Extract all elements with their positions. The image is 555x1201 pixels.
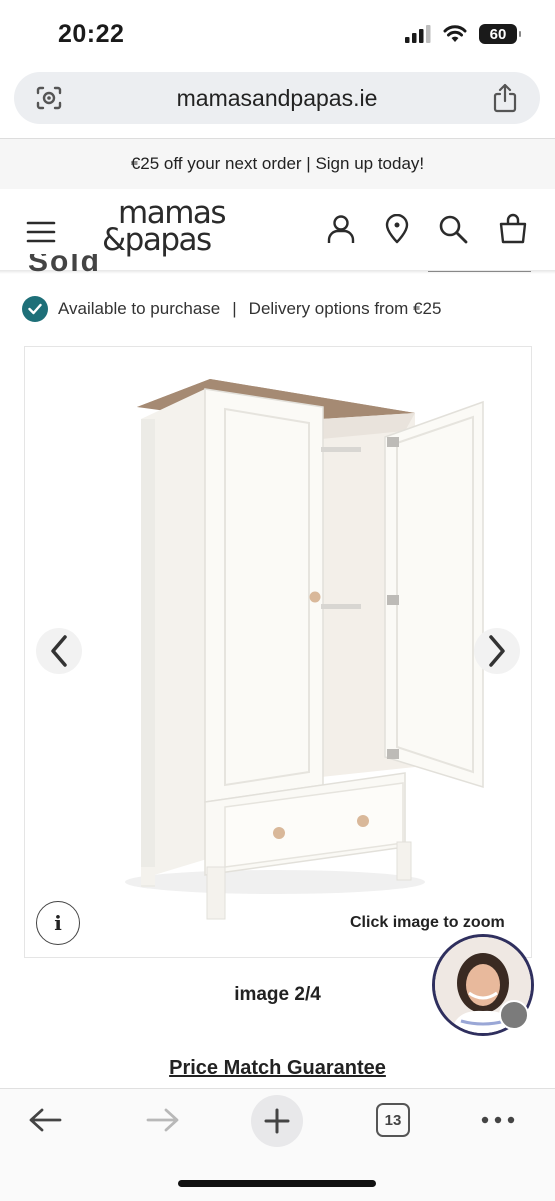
availability-text: Available to purchase — [58, 299, 221, 318]
new-tab-button[interactable] — [250, 1094, 304, 1148]
product-image-gallery[interactable] — [24, 346, 532, 958]
search-icon — [439, 215, 468, 244]
status-icons: 60 — [405, 24, 521, 44]
menu-button[interactable] — [26, 220, 56, 249]
availability-separator: | — [232, 299, 237, 318]
previous-image-button[interactable] — [36, 628, 82, 674]
basket-icon — [499, 213, 527, 244]
info-button[interactable]: i — [36, 901, 80, 945]
share-button[interactable] — [482, 83, 528, 113]
account-button[interactable] — [326, 214, 356, 249]
product-image[interactable] — [25, 347, 531, 957]
search-button[interactable] — [438, 214, 468, 249]
clipped-heading: Sold — [28, 254, 101, 272]
next-image-button[interactable] — [474, 628, 520, 674]
check-icon — [22, 296, 48, 322]
clipped-underline — [428, 271, 531, 272]
logo-line2: &papas — [102, 222, 212, 258]
tabs-button[interactable]: 13 — [373, 1100, 413, 1140]
lens-icon — [36, 86, 62, 110]
availability-row: Available to purchase | Delivery options… — [22, 296, 441, 322]
wifi-icon — [443, 25, 467, 42]
chevron-left-icon — [51, 635, 67, 667]
chevron-right-icon — [489, 635, 505, 667]
more-icon — [481, 1116, 515, 1124]
address-bar[interactable]: mamasandpapas.ie — [14, 72, 540, 124]
store-locator-button[interactable] — [384, 213, 410, 249]
promo-banner[interactable]: €25 off your next order | Sign up today! — [0, 139, 555, 189]
zoom-hint: Click image to zoom — [350, 914, 505, 931]
site-logo[interactable]: mamas &papas — [102, 198, 254, 260]
delivery-options-text[interactable]: Delivery options from €25 — [249, 299, 442, 319]
forward-button[interactable] — [142, 1100, 184, 1140]
location-icon — [385, 213, 409, 244]
back-button[interactable] — [24, 1100, 66, 1140]
menu-icon — [26, 221, 56, 243]
status-dot — [499, 1000, 529, 1030]
tabs-icon: 13 — [376, 1103, 410, 1137]
more-menu-button[interactable] — [478, 1100, 518, 1140]
price-match-link[interactable]: Price Match Guarantee — [0, 1057, 555, 1080]
lens-button[interactable] — [26, 85, 72, 111]
plus-icon — [251, 1095, 303, 1147]
back-arrow-icon — [29, 1108, 62, 1132]
url-text[interactable]: mamasandpapas.ie — [72, 85, 482, 112]
home-indicator — [178, 1180, 376, 1187]
forward-arrow-icon — [146, 1108, 179, 1132]
battery-indicator: 60 — [479, 24, 521, 44]
basket-button[interactable] — [498, 212, 528, 249]
share-icon — [493, 83, 517, 113]
signal-icon — [405, 25, 431, 43]
account-icon — [327, 215, 355, 243]
status-time: 20:22 — [58, 20, 125, 48]
